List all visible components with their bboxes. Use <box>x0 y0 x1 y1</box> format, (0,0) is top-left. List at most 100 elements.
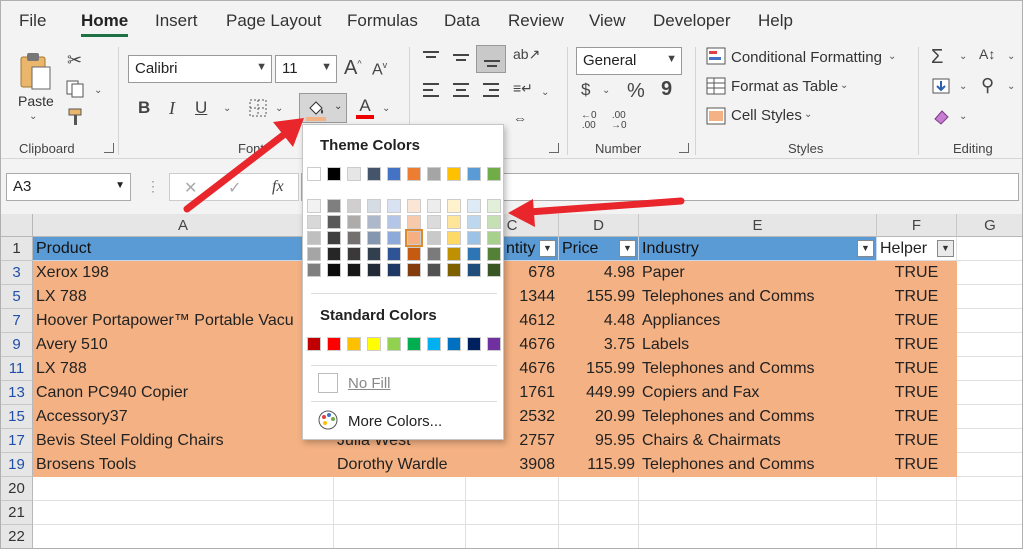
underline-dropdown-icon[interactable]: ⌄ <box>223 103 231 114</box>
product-cell[interactable]: Brosens Tools <box>33 453 334 477</box>
currency-icon[interactable]: $ <box>581 81 590 98</box>
shrink-font-icon[interactable]: Av <box>372 61 387 78</box>
standard-color-swatch[interactable] <box>407 337 421 351</box>
product-cell[interactable]: Avery 510 <box>33 333 334 357</box>
theme-shade-swatch[interactable] <box>467 231 481 245</box>
theme-shade-swatch[interactable] <box>447 231 461 245</box>
cell[interactable] <box>877 501 957 525</box>
tab-page-layout[interactable]: Page Layout <box>226 11 321 31</box>
no-fill-option[interactable]: No Fill <box>348 375 391 392</box>
cell-styles-button[interactable]: Cell Styles <box>731 107 802 124</box>
clear-icon[interactable] <box>931 107 951 128</box>
tab-review[interactable]: Review <box>508 11 564 31</box>
helper-cell[interactable]: TRUE <box>877 429 957 453</box>
tab-view[interactable]: View <box>589 11 626 31</box>
cell[interactable] <box>334 477 466 501</box>
theme-shade-swatch[interactable] <box>467 263 481 277</box>
row-header[interactable]: 5 <box>1 285 33 309</box>
product-cell[interactable]: Canon PC940 Copier <box>33 381 334 405</box>
number-launcher-icon[interactable] <box>679 143 689 153</box>
merge-center-icon[interactable]: ⇔ <box>513 111 527 125</box>
theme-shade-swatch[interactable] <box>407 215 421 229</box>
row-header[interactable]: 20 <box>1 477 33 501</box>
cell[interactable] <box>559 477 639 501</box>
cell[interactable] <box>639 525 877 548</box>
theme-shade-swatch[interactable] <box>327 247 341 261</box>
filter-applied-icon[interactable]: ▼ <box>937 240 954 257</box>
helper-cell[interactable]: TRUE <box>877 333 957 357</box>
standard-color-swatch[interactable] <box>367 337 381 351</box>
row-header[interactable]: 1 <box>1 237 33 261</box>
theme-shade-swatch[interactable] <box>327 231 341 245</box>
sort-filter-icon[interactable]: A↕ <box>979 47 995 61</box>
tab-home[interactable]: Home <box>81 11 128 31</box>
row-header[interactable]: 11 <box>1 357 33 381</box>
cell[interactable] <box>957 525 1022 548</box>
align-right-icon[interactable] <box>481 81 501 102</box>
helper-cell[interactable]: TRUE <box>877 357 957 381</box>
autosum-icon[interactable]: Σ <box>931 47 943 67</box>
industry-cell[interactable]: Telephones and Comms <box>639 357 877 381</box>
price-cell[interactable]: 4.98 <box>559 261 639 285</box>
product-cell[interactable]: LX 788 <box>33 285 334 309</box>
cell[interactable] <box>957 261 1022 285</box>
cell-styles-icon[interactable] <box>706 107 726 128</box>
cell[interactable] <box>466 477 559 501</box>
header-cell-product[interactable]: Product <box>33 237 334 261</box>
product-cell[interactable]: LX 788 <box>33 357 334 381</box>
cancel-icon[interactable]: ✕ <box>184 178 197 198</box>
theme-shade-swatch[interactable] <box>367 199 381 213</box>
cell[interactable] <box>33 525 334 548</box>
cell[interactable] <box>957 405 1022 429</box>
tab-file[interactable]: File <box>19 11 46 31</box>
decrease-decimal-icon[interactable]: .00 →0 <box>611 111 627 131</box>
theme-shade-swatch[interactable] <box>347 215 361 229</box>
theme-shade-swatch[interactable] <box>427 263 441 277</box>
enter-icon[interactable]: ✓ <box>228 178 241 198</box>
industry-cell[interactable]: Telephones and Comms <box>639 453 877 477</box>
tab-help[interactable]: Help <box>758 11 793 31</box>
industry-cell[interactable]: Labels <box>639 333 877 357</box>
product-cell[interactable]: Accessory37 <box>33 405 334 429</box>
theme-shade-swatch[interactable] <box>447 215 461 229</box>
clipboard-launcher-icon[interactable] <box>104 143 114 153</box>
alignment-launcher-icon[interactable] <box>549 143 559 153</box>
select-all-corner[interactable] <box>1 214 33 237</box>
standard-color-swatch[interactable] <box>487 337 501 351</box>
cut-icon[interactable]: ✂ <box>67 51 82 69</box>
copy-icon[interactable] <box>65 79 85 102</box>
theme-shade-swatch[interactable] <box>307 231 321 245</box>
grow-font-icon[interactable]: A^ <box>344 58 362 78</box>
paste-dropdown-icon[interactable]: ⌄ <box>29 111 37 122</box>
theme-shade-swatch[interactable] <box>487 247 501 261</box>
cell[interactable] <box>334 525 466 548</box>
theme-shade-swatch[interactable] <box>347 199 361 213</box>
increase-decimal-icon[interactable]: ←0.00 <box>581 111 597 131</box>
product-cell[interactable]: Bevis Steel Folding Chairs <box>33 429 334 453</box>
theme-color-swatch[interactable] <box>467 167 481 181</box>
theme-shade-swatch[interactable] <box>347 231 361 245</box>
theme-color-swatch[interactable] <box>347 167 361 181</box>
theme-shade-swatch[interactable] <box>487 199 501 213</box>
theme-shade-swatch[interactable] <box>367 215 381 229</box>
price-cell[interactable]: 115.99 <box>559 453 639 477</box>
cell[interactable] <box>957 333 1022 357</box>
price-cell[interactable]: 95.95 <box>559 429 639 453</box>
industry-cell[interactable]: Appliances <box>639 309 877 333</box>
conditional-formatting-icon[interactable] <box>706 47 726 68</box>
standard-color-swatch[interactable] <box>307 337 321 351</box>
selected-color-swatch[interactable] <box>405 229 423 247</box>
theme-shade-swatch[interactable] <box>387 231 401 245</box>
filter-dropdown-icon[interactable]: ▼ <box>619 240 636 257</box>
helper-cell[interactable]: TRUE <box>877 453 957 477</box>
row-header[interactable]: 15 <box>1 405 33 429</box>
format-painter-icon[interactable] <box>65 107 85 130</box>
helper-cell[interactable]: TRUE <box>877 261 957 285</box>
theme-shade-swatch[interactable] <box>347 263 361 277</box>
theme-shade-swatch[interactable] <box>427 215 441 229</box>
theme-shade-swatch[interactable] <box>327 263 341 277</box>
theme-shade-swatch[interactable] <box>387 247 401 261</box>
sort-filter-dropdown-icon[interactable]: ⌄ <box>1007 51 1015 62</box>
theme-color-swatch[interactable] <box>487 167 501 181</box>
price-cell[interactable]: 449.99 <box>559 381 639 405</box>
